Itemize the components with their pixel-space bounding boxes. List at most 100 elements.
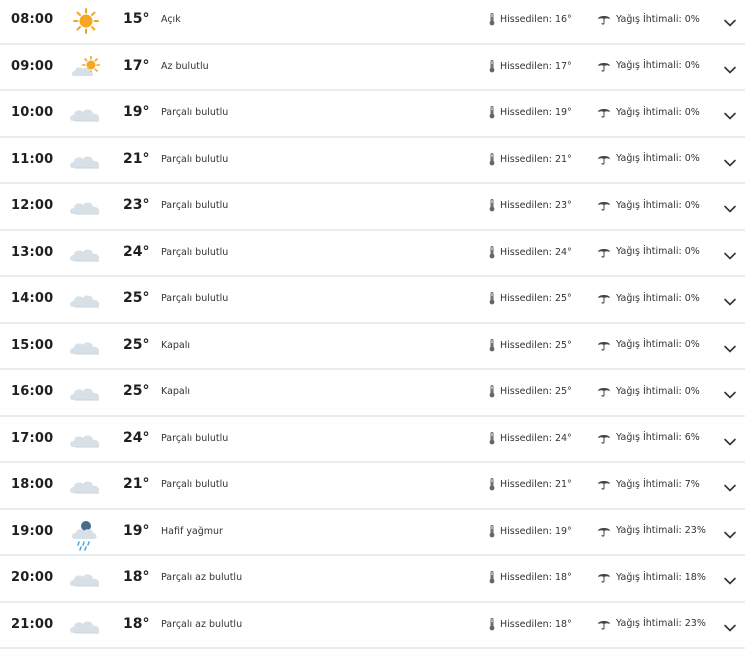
hour-row[interactable]: 09:0017°Az bulutluHissedilen: 17°Yağış İ… (0, 45, 745, 92)
hour-row[interactable]: 12:0023°Parçalı bulutluHissedilen: 23°Ya… (0, 184, 745, 231)
rain-chance: Yağış İhtimali: 23% (597, 618, 706, 630)
chevron-down-icon[interactable] (723, 153, 737, 163)
chevron-down-icon[interactable] (723, 106, 737, 116)
rain-chance-label: Yağış İhtimali: (616, 200, 682, 211)
chevron-down-icon[interactable] (723, 432, 737, 442)
hour-time: 16:00 (11, 384, 53, 399)
cloud-icon (69, 239, 103, 269)
thermometer-icon (489, 339, 500, 352)
umbrella-icon (597, 246, 616, 258)
chevron-down-icon[interactable] (723, 246, 737, 256)
thermometer-icon (489, 432, 500, 445)
feels-like-value: 21° (555, 479, 572, 490)
hour-row[interactable]: 20:0018°Parçalı az bulutluHissedilen: 18… (0, 556, 745, 603)
chevron-down-icon[interactable] (723, 199, 737, 209)
feels-like: Hissedilen: 21° (489, 478, 572, 491)
chevron-down-icon[interactable] (723, 292, 737, 302)
hour-condition: Parçalı bulutlu (161, 433, 228, 444)
hour-row[interactable]: 19:0019°Hafif yağmurHissedilen: 19°Yağış… (0, 510, 745, 557)
hour-temperature: 19° (123, 104, 149, 120)
hour-row[interactable]: 10:0019°Parçalı bulutluHissedilen: 19°Ya… (0, 91, 745, 138)
umbrella-icon (597, 199, 616, 211)
umbrella-icon (597, 432, 616, 444)
chevron-down-icon[interactable] (723, 339, 737, 349)
rain-chance-label: Yağış İhtimali: (616, 293, 682, 304)
rain-chance: Yağış İhtimali: 23% (597, 525, 706, 537)
feels-like-value: 25° (555, 293, 572, 304)
hour-row[interactable]: 21:0018°Parçalı az bulutluHissedilen: 18… (0, 603, 745, 649)
hour-time: 13:00 (11, 245, 53, 260)
feels-like-value: 19° (555, 107, 572, 118)
rain-chance-value: 0% (685, 246, 700, 257)
hour-condition: Parçalı bulutlu (161, 247, 228, 258)
feels-like: Hissedilen: 21° (489, 153, 572, 166)
hour-time: 08:00 (11, 12, 53, 27)
rain-chance-label: Yağış İhtimali: (616, 339, 682, 350)
hour-row[interactable]: 08:0015°AçıkHissedilen: 16°Yağış İhtimal… (0, 0, 745, 45)
chevron-down-icon[interactable] (723, 618, 737, 628)
rain-chance-value: 7% (685, 479, 700, 490)
hour-temperature: 17° (123, 58, 149, 74)
hour-row[interactable]: 13:0024°Parçalı bulutluHissedilen: 24°Ya… (0, 231, 745, 278)
hour-row[interactable]: 14:00 25° Parçalı bulutlu Hissedilen: 25° Ya… (0, 277, 745, 324)
rain-chance-value: 23% (685, 618, 706, 629)
partly-sunny-icon (69, 53, 103, 83)
feels-like: Hissedilen: 19° (489, 106, 572, 119)
rain-chance-value: 6% (685, 432, 700, 443)
feels-like-value: 25° (555, 340, 572, 351)
chevron-down-icon[interactable] (723, 525, 737, 535)
chevron-down-icon[interactable] (723, 385, 737, 395)
rain-chance: Yağış İhtimali: 0% (597, 199, 700, 211)
hour-condition: Kapalı (161, 340, 190, 351)
thermometer-icon (489, 525, 500, 538)
rain-chance: Yağış İhtimali: 0% (597, 153, 700, 165)
chevron-down-icon[interactable] (723, 478, 737, 488)
rain-chance-label: Yağış İhtimali: (616, 618, 682, 629)
rain-chance-label: Yağış İhtimali: (616, 246, 682, 257)
rain-chance: Yağış İhtimali: 7% (597, 478, 700, 490)
hour-temperature: 24° (123, 430, 149, 446)
feels-like-value: 19° (555, 526, 572, 537)
chevron-down-icon[interactable] (723, 60, 737, 70)
hour-time: 18:00 (11, 477, 53, 492)
hour-condition: Parçalı bulutlu (161, 107, 228, 118)
hour-row[interactable]: 15:0025°KapalıHissedilen: 25°Yağış İhtim… (0, 324, 745, 371)
rain-chance-value: 0% (685, 339, 700, 350)
hour-temperature: 19° (123, 523, 149, 539)
feels-like-label: Hissedilen: (500, 340, 552, 351)
cloud-icon (69, 425, 103, 455)
umbrella-icon (597, 571, 616, 583)
hour-temperature: 21° (123, 151, 149, 167)
rain-chance-label: Yağış İhtimali: (616, 525, 682, 536)
feels-like-value: 18° (555, 572, 572, 583)
hour-row[interactable]: 18:0021°Parçalı bulutluHissedilen: 21°Ya… (0, 463, 745, 510)
rain-chance-value: 0% (685, 107, 700, 118)
feels-like: Hissedilen: 25° (489, 292, 572, 305)
hour-condition: Parçalı bulutlu (161, 154, 228, 165)
hour-row[interactable]: 16:0025°KapalıHissedilen: 25°Yağış İhtim… (0, 370, 745, 417)
rain-chance-value: 0% (685, 60, 700, 71)
rain-chance: Yağış İhtimali: 18% (597, 571, 706, 583)
rain-chance: Yağış İhtimali: 0% (597, 339, 700, 351)
cloud-icon (69, 192, 103, 222)
rain-chance-label: Yağış İhtimali: (616, 432, 682, 443)
hour-temperature: 25° (123, 337, 149, 353)
hour-temperature: 18° (123, 569, 149, 585)
cloud-icon (69, 332, 103, 362)
feels-like: Hissedilen: 18° (489, 618, 572, 631)
rain-chance-label: Yağış İhtimali: (616, 60, 682, 71)
thermometer-icon (489, 246, 500, 259)
chevron-down-icon[interactable] (723, 571, 737, 581)
hour-time: 14:00 (11, 291, 53, 306)
chevron-down-icon[interactable] (723, 13, 737, 23)
umbrella-icon (597, 618, 616, 630)
hour-condition: Parçalı az bulutlu (161, 619, 242, 630)
hour-row[interactable]: 11:0021°Parçalı bulutluHissedilen: 21°Ya… (0, 138, 745, 185)
hour-condition: Parçalı bulutlu (161, 293, 228, 304)
hour-row[interactable]: 17:0024°Parçalı bulutluHissedilen: 24°Ya… (0, 417, 745, 464)
rain-chance: Yağış İhtimali: 6% (597, 432, 700, 444)
feels-like-label: Hissedilen: (500, 107, 552, 118)
feels-like-label: Hissedilen: (500, 479, 552, 490)
rain-chance: Yağış İhtimali: 0% (597, 292, 700, 304)
rain-chance: Yağış İhtimali: 0% (597, 385, 700, 397)
